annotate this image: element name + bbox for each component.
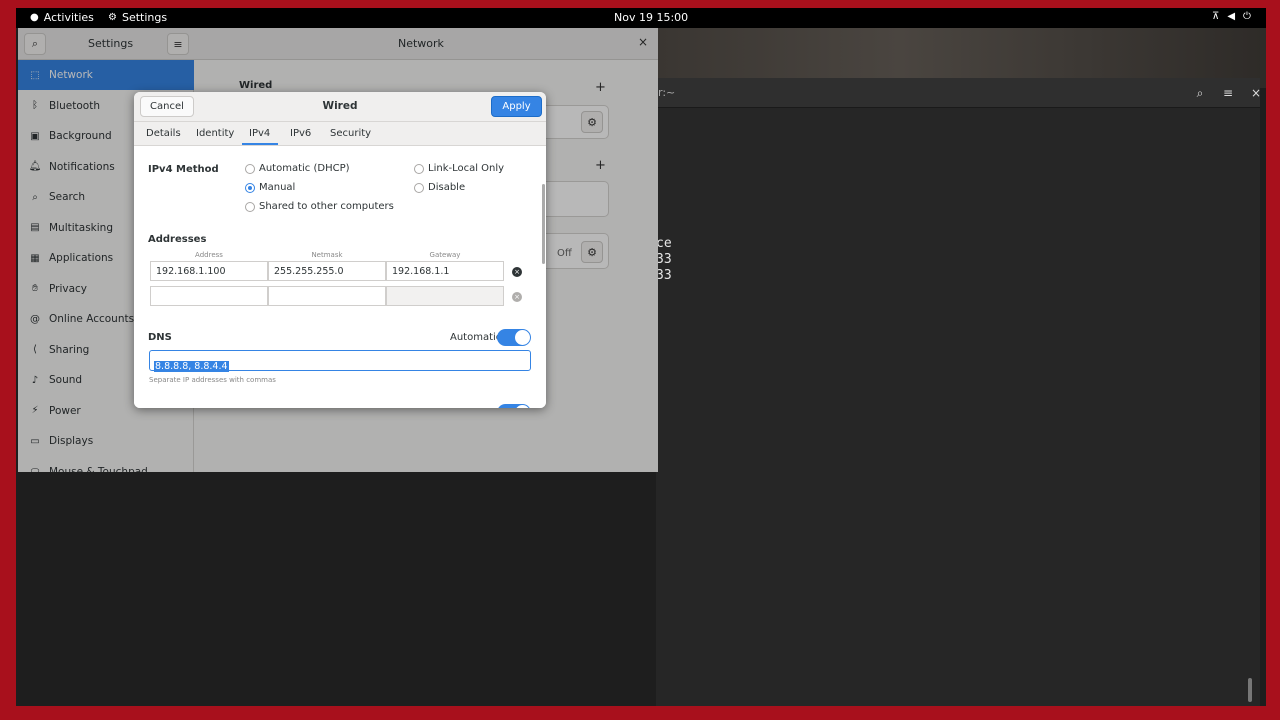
dns-automatic-label: Automatic	[450, 332, 502, 343]
tab-identity[interactable]: Identity	[196, 128, 234, 139]
switch-knob	[515, 405, 530, 408]
method-manual-radio[interactable]: Manual	[245, 182, 295, 193]
dialog-title: Wired	[322, 100, 358, 112]
app-menu-label: Settings	[121, 11, 168, 24]
dialog-header: Wired Cancel Apply	[134, 92, 546, 122]
method-link-local-radio[interactable]: Link-Local Only	[414, 163, 504, 174]
terminal-window[interactable]: r:~ ⌕ ≡ × ce 33 33	[656, 78, 1261, 706]
tab-ipv4[interactable]: IPv4	[242, 128, 279, 145]
radio-indicator	[414, 163, 424, 174]
clock-label: Nov 19 15:00	[614, 11, 689, 24]
terminal-line: ce	[656, 236, 672, 251]
dns-input[interactable]: 8.8.8.8, 8.8.4.4	[149, 350, 531, 372]
address-field[interactable]: 192.168.1.100	[150, 261, 268, 281]
terminal-scrollbar[interactable]	[1248, 108, 1252, 706]
method-manual-label: Manual	[259, 182, 296, 193]
system-menu[interactable]: ⊼ ◀︎ ⏻	[1212, 11, 1251, 23]
terminal-close-icon[interactable]: ×	[1244, 82, 1266, 104]
wired-dialog: Wired Cancel Apply Details Identity IPv4…	[134, 92, 546, 408]
gateway-field[interactable]	[386, 286, 504, 306]
dns-label: DNS	[148, 332, 172, 343]
gateway-field[interactable]: 192.168.1.1	[386, 261, 504, 281]
radio-indicator	[414, 182, 424, 193]
netmask-column-header: Netmask	[311, 251, 343, 259]
delete-address-icon[interactable]: ×	[512, 292, 522, 302]
netmask-field[interactable]	[268, 286, 386, 306]
radio-indicator	[245, 201, 255, 212]
method-disable-radio[interactable]: Disable	[414, 182, 465, 193]
terminal-title: r:~	[658, 86, 676, 99]
terminal-header: r:~ ⌕ ≡ ×	[656, 78, 1261, 108]
switch-knob	[515, 330, 530, 345]
activities-label: Activities	[43, 11, 94, 24]
address-field[interactable]	[150, 286, 268, 306]
clock[interactable]: Nov 19 15:00	[614, 11, 688, 24]
tab-security[interactable]: Security	[330, 128, 371, 139]
addresses-label: Addresses	[148, 234, 207, 245]
activities-button[interactable]: ● Activities	[30, 11, 94, 24]
terminal-line: 33	[656, 252, 672, 267]
dns-automatic-switch[interactable]	[497, 329, 531, 346]
tab-ipv6[interactable]: IPv6	[290, 128, 311, 139]
delete-address-icon[interactable]: ×	[512, 267, 522, 277]
activities-icon: ●	[30, 11, 39, 23]
ipv4-settings: IPv4 Method Automatic (DHCP) Manual Shar…	[134, 147, 546, 408]
app-menu[interactable]: ⚙ Settings	[108, 11, 167, 24]
netmask-field[interactable]: 255.255.255.0	[268, 261, 386, 281]
radio-indicator	[245, 163, 255, 174]
method-shared-radio[interactable]: Shared to other computers	[245, 201, 394, 212]
network-status-icon: ⊼	[1212, 11, 1220, 22]
volume-icon: ◀︎	[1227, 11, 1236, 22]
terminal-line: 33	[656, 268, 672, 283]
terminal-search-icon[interactable]: ⌕	[1188, 82, 1212, 104]
cancel-button[interactable]: Cancel	[140, 96, 194, 117]
terminal-output: ce 33 33	[656, 236, 672, 284]
method-automatic-label: Automatic (DHCP)	[259, 163, 350, 174]
routes-automatic-switch[interactable]	[497, 404, 531, 408]
top-bar: ● Activities ⚙ Settings Nov 19 15:00 ⊼ ◀…	[16, 8, 1266, 28]
scrollbar-thumb[interactable]	[1248, 678, 1252, 702]
address-column-header: Address	[195, 251, 223, 259]
terminal-menu-icon[interactable]: ≡	[1216, 82, 1240, 104]
apply-button[interactable]: Apply	[491, 96, 542, 117]
radio-indicator-selected	[245, 182, 255, 193]
dns-value: 8.8.8.8, 8.8.4.4	[154, 361, 229, 372]
method-link-local-label: Link-Local Only	[428, 163, 505, 174]
gateway-column-header: Gateway	[429, 251, 461, 259]
gear-icon: ⚙	[108, 11, 117, 23]
dialog-scrollbar[interactable]	[542, 184, 545, 264]
method-disable-label: Disable	[428, 182, 466, 193]
method-automatic-radio[interactable]: Automatic (DHCP)	[245, 163, 350, 174]
tab-details[interactable]: Details	[146, 128, 181, 139]
dialog-tabs: Details Identity IPv4 IPv6 Security	[134, 122, 546, 146]
method-shared-label: Shared to other computers	[259, 201, 394, 212]
power-icon: ⏻	[1243, 11, 1251, 22]
dns-hint: Separate IP addresses with commas	[149, 376, 276, 384]
ipv4-method-label: IPv4 Method	[148, 164, 219, 175]
